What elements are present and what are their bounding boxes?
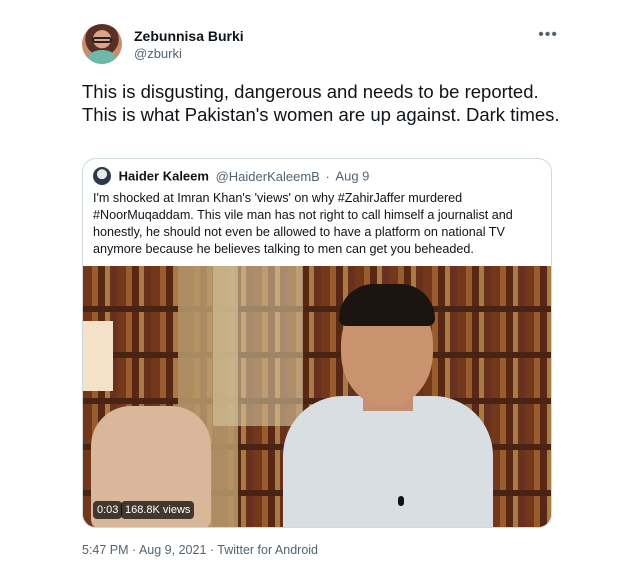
tweet-card: Zebunnisa Burki @zburki ••• This is disg… [0, 0, 640, 567]
avatar-glasses [92, 37, 112, 43]
quoted-tweet-header: Haider Kaleem @HaiderKaleemB · Aug 9 [93, 167, 369, 185]
tweet-meta[interactable]: 5:47 PM · Aug 9, 2021 · Twitter for Andr… [82, 543, 318, 557]
quoted-author-name[interactable]: Haider Kaleem [119, 169, 209, 184]
dot-separator: · [325, 168, 330, 184]
quoted-author-avatar[interactable] [93, 167, 111, 185]
avatar-scarf [88, 50, 116, 64]
quoted-tweet[interactable]: Haider Kaleem @HaiderKaleemB · Aug 9 I'm… [82, 158, 552, 528]
author-handle[interactable]: @zburki [134, 46, 182, 61]
tweet-header: Zebunnisa Burki @zburki ••• [82, 24, 558, 68]
tweet-text: This is disgusting, dangerous and needs … [82, 81, 560, 125]
person-shirt [283, 396, 493, 527]
quoted-tweet-text: I'm shocked at Imran Khan's 'views' on w… [93, 191, 513, 256]
lapel-mic-icon [398, 496, 404, 506]
more-options-icon[interactable]: ••• [538, 26, 558, 44]
author-name[interactable]: Zebunnisa Burki [134, 28, 244, 44]
video-time-badge: 0:03 [93, 501, 123, 519]
person-hair [339, 284, 435, 326]
lamp [83, 321, 113, 391]
video-views-badge: 168.8K views [121, 501, 195, 519]
quoted-author-handle[interactable]: @HaiderKaleemB [216, 169, 320, 184]
video-player[interactable]: 0:03 168.8K views [83, 266, 551, 527]
author-avatar[interactable] [82, 24, 122, 64]
speaker-person [263, 276, 513, 527]
quoted-tweet-date[interactable]: Aug 9 [335, 169, 369, 184]
